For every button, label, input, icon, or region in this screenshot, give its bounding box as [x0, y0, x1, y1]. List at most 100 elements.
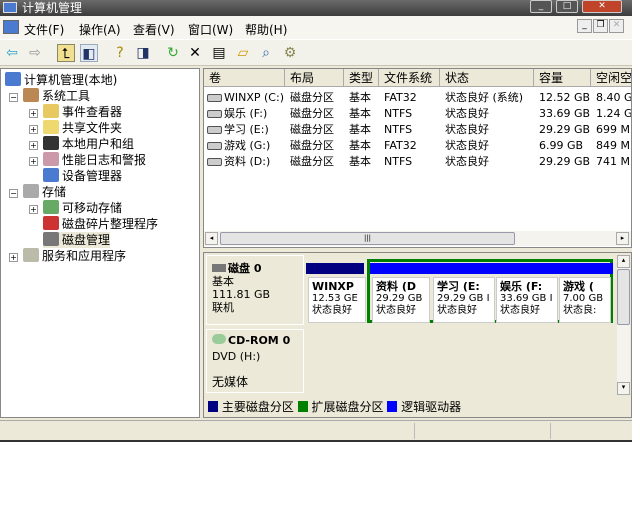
partition-block[interactable]: 游戏 (7.00 GB 状态良:	[559, 277, 611, 323]
table-row[interactable]: WINXP (C:) 磁盘分区 基本 FAT32 状态良好 (系统) 12.52 GB 8.…	[204, 90, 631, 106]
table-row[interactable]: 娱乐 (F:) 磁盘分区 基本 NTFS 状态良好 33.69 GB 1.24 G	[204, 106, 632, 122]
tree-label: 事件查看器	[62, 105, 123, 119]
expand-icon[interactable]: +	[29, 109, 38, 118]
legend-extended: 扩展磁盘分区	[311, 400, 384, 414]
partition-status: 状态良好	[500, 305, 540, 316]
table-cell: 资料 (D:)	[224, 155, 271, 168]
child-restore-button[interactable]: ❐	[593, 19, 608, 33]
status-divider	[414, 423, 415, 439]
tree-item-system-tools[interactable]: 系统工具	[23, 88, 90, 104]
show-hide-tree-icon[interactable]: ◧	[80, 44, 98, 62]
scroll-thumb[interactable]: |||	[220, 232, 515, 245]
disk-management-icon	[43, 232, 59, 246]
up-icon[interactable]: ⮤	[57, 44, 75, 62]
table-cell: 状态良好	[445, 139, 489, 152]
horizontal-scrollbar[interactable]: ◂ ||| ▸	[204, 231, 631, 246]
table-cell: FAT32	[384, 91, 417, 104]
tree-item-services[interactable]: 服务和应用程序	[23, 248, 126, 264]
table-cell: 状态良好	[445, 107, 489, 120]
search-icon[interactable]: ⌕	[257, 44, 275, 62]
scroll-thumb[interactable]	[617, 269, 630, 325]
settings-icon[interactable]: ⚙	[281, 44, 299, 62]
tree-item-disk-management[interactable]: 磁盘管理	[43, 232, 111, 248]
tree-item-local-users[interactable]: 本地用户和组	[43, 136, 134, 152]
storage-icon	[23, 184, 39, 198]
menu-action[interactable]: 操作(A)	[79, 21, 121, 38]
partition-block[interactable]: WINXP 12.53 GE 状态良好	[308, 277, 366, 323]
tree-item-storage[interactable]: 存储	[23, 184, 66, 200]
table-cell: 磁盘分区	[290, 91, 334, 104]
folder-icon	[43, 120, 59, 134]
table-row[interactable]: 学习 (E:) 磁盘分区 基本 NTFS 状态良好 29.29 GB 699 MB	[204, 122, 631, 138]
help-icon[interactable]: ?	[111, 44, 129, 62]
cdrom0-label[interactable]: CD-ROM 0 DVD (H:) 无媒体	[206, 329, 304, 393]
tree-item-shared-folders[interactable]: 共享文件夹	[43, 120, 122, 136]
toolbar: ⇦ ⇨ ⮤ ◧ ? ◨ ↻ ✕ ▤ ▱ ⌕ ⚙	[0, 40, 632, 66]
partition-block[interactable]: 资料 (D 29.29 GB 状态良好	[372, 277, 430, 323]
expand-icon[interactable]: +	[9, 253, 18, 262]
back-icon[interactable]: ⇦	[3, 44, 21, 62]
computer-icon	[3, 20, 19, 34]
legend-primary: 主要磁盘分区	[221, 400, 294, 414]
window-title: 计算机管理	[22, 1, 83, 15]
expand-icon[interactable]: +	[29, 141, 38, 150]
scroll-right-button[interactable]: ▸	[616, 232, 629, 245]
partition-block[interactable]: 娱乐 (F: 33.69 GB I 状态良好	[496, 277, 558, 323]
close-button[interactable]: ✕	[582, 0, 622, 13]
menu-file[interactable]: 文件(F)	[24, 21, 64, 38]
minimize-button[interactable]: _	[530, 0, 552, 13]
maximize-button[interactable]: □	[556, 0, 578, 13]
disk-graphical-view: 磁盘 0 基本 111.81 GB 联机 WINXP 12.53 GE 状态良好 资料…	[203, 252, 632, 418]
partition-block[interactable]: 学习 (E: 29.29 GB I 状态良好	[433, 277, 495, 323]
child-close-button[interactable]: ✕	[609, 19, 624, 33]
legend-logical: 逻辑驱动器	[401, 400, 462, 414]
collapse-icon[interactable]: −	[9, 189, 18, 198]
properties-icon[interactable]: ▤	[210, 44, 228, 62]
refresh-icon[interactable]: ↻	[164, 44, 182, 62]
tree-item-event-viewer[interactable]: 事件查看器	[43, 104, 122, 120]
column-header-type[interactable]: 类型	[344, 69, 379, 87]
vertical-scrollbar[interactable]: ▴ ▾	[617, 255, 630, 395]
table-row[interactable]: 游戏 (G:) 磁盘分区 基本 FAT32 状态良好 6.99 GB 849 MB	[204, 138, 631, 154]
child-minimize-button[interactable]: _	[577, 19, 592, 33]
column-header-filesystem[interactable]: 文件系统	[379, 69, 440, 87]
partition-status: 状态良好	[312, 305, 352, 316]
partition-bar	[431, 263, 497, 274]
computer-management-window: 计算机管理 _ □ ✕ 文件(F) 操作(A) 查看(V) 窗口(W) 帮助(H…	[0, 0, 632, 442]
menu-help[interactable]: 帮助(H)	[245, 21, 287, 38]
table-cell: 33.69 GB	[539, 107, 591, 120]
scroll-left-button[interactable]: ◂	[205, 232, 218, 245]
disk0-label[interactable]: 磁盘 0 基本 111.81 GB 联机	[206, 255, 304, 325]
collapse-icon[interactable]: −	[9, 93, 18, 102]
column-header-free[interactable]: 空闲空	[591, 69, 631, 87]
column-header-layout[interactable]: 布局	[285, 69, 344, 87]
forward-icon[interactable]: ⇨	[26, 44, 44, 62]
scroll-down-button[interactable]: ▾	[617, 382, 630, 395]
delete-icon[interactable]: ✕	[186, 44, 204, 62]
column-header-volume[interactable]: 卷	[204, 69, 285, 87]
tree-item-perf-logs[interactable]: 性能日志和警报	[43, 152, 146, 168]
tree-label: 性能日志和警报	[62, 153, 147, 167]
tree-item-device-manager[interactable]: 设备管理器	[43, 168, 122, 184]
table-row[interactable]: 资料 (D:) 磁盘分区 基本 NTFS 状态良好 29.29 GB 741 MB	[204, 154, 631, 170]
open-icon[interactable]: ▱	[234, 44, 252, 62]
table-cell: NTFS	[384, 123, 413, 136]
menu-view[interactable]: 查看(V)	[133, 21, 175, 38]
partition-size: 33.69 GB I	[500, 293, 553, 304]
tree-item-removable-storage[interactable]: 可移动存储	[43, 200, 122, 216]
tree-item-root[interactable]: 计算机管理(本地)	[5, 72, 117, 88]
table-cell: 娱乐 (F:)	[224, 107, 268, 120]
show-hide-action-icon[interactable]: ◨	[134, 44, 152, 62]
menu-window[interactable]: 窗口(W)	[188, 21, 233, 38]
expand-icon[interactable]: +	[29, 125, 38, 134]
scroll-up-button[interactable]: ▴	[617, 255, 630, 268]
expand-icon[interactable]: +	[29, 157, 38, 166]
tree-label: 共享文件夹	[62, 121, 123, 135]
expand-icon[interactable]: +	[29, 205, 38, 214]
table-cell: 1.24 G	[596, 107, 632, 120]
event-viewer-icon	[43, 104, 59, 118]
column-header-capacity[interactable]: 容量	[534, 69, 591, 87]
table-cell: 磁盘分区	[290, 155, 334, 168]
tree-item-defrag[interactable]: 磁盘碎片整理程序	[43, 216, 158, 232]
column-header-status[interactable]: 状态	[440, 69, 534, 87]
